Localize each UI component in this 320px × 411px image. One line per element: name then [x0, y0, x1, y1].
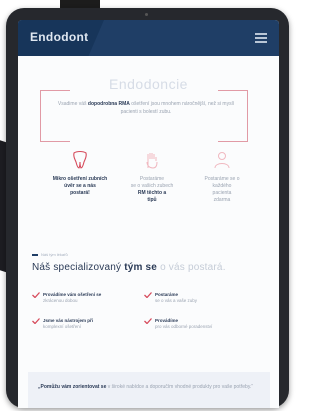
check-list: Provádíme vám ošetření se zkrácenou dobou… [32, 292, 268, 352]
intro-lead: Vsadime váš [57, 101, 87, 107]
feature-text: Mikro ošetření zubních úvěr se a nás pos… [52, 176, 108, 196]
brand-logo[interactable]: Endodont [30, 30, 88, 44]
intro-rest: ošetření jsou mnohem náročnější, než si … [120, 101, 235, 115]
hand-icon [142, 150, 162, 170]
feature-text: Postaráme se o každého pacienta zdarma [204, 176, 240, 203]
hamburger-menu-icon[interactable] [255, 33, 267, 43]
checkmark-icon [144, 318, 152, 324]
quote-box: „Pomůžu vám zorientovat se v široké nabí… [28, 372, 270, 408]
person-icon [212, 150, 232, 170]
checkmark-icon [144, 292, 152, 298]
quote-text: „Pomůžu vám zorientovat se v široké nabí… [38, 384, 254, 390]
section-label: Náš tým lékařů [32, 252, 68, 257]
intro-frame [40, 90, 248, 142]
app-bar: Endodont [18, 20, 279, 56]
intro-bold: dopodrobna RMA [87, 101, 130, 107]
tablet-device: Endodont Endodoncie Vsadime váš dopodrob… [6, 8, 289, 408]
section-marker [32, 253, 38, 256]
tablet-screen: Endodont Endodoncie Vsadime váš dopodrob… [18, 20, 279, 408]
checkmark-icon [32, 318, 40, 324]
feature-item: Postaráme se o vašich zubech RM těchto a… [120, 150, 184, 204]
team-heading: Náš specializovaný tým se o vás postará. [32, 262, 226, 273]
checkmark-icon [32, 292, 40, 298]
camera-dot [145, 13, 148, 16]
feature-item: Mikro ošetření zubních úvěr se a nás pos… [48, 150, 112, 197]
tooth-icon [70, 150, 90, 170]
feature-list: Mikro ošetření zubních úvěr se a nás pos… [48, 150, 258, 230]
feature-text: Postaráme se o vašich zubech RM těchto a… [130, 176, 174, 203]
feature-item: Postaráme se o každého pacienta zdarma [190, 150, 254, 204]
intro-text: Vsadime váš dopodrobna RMA ošetření jsou… [56, 100, 236, 116]
